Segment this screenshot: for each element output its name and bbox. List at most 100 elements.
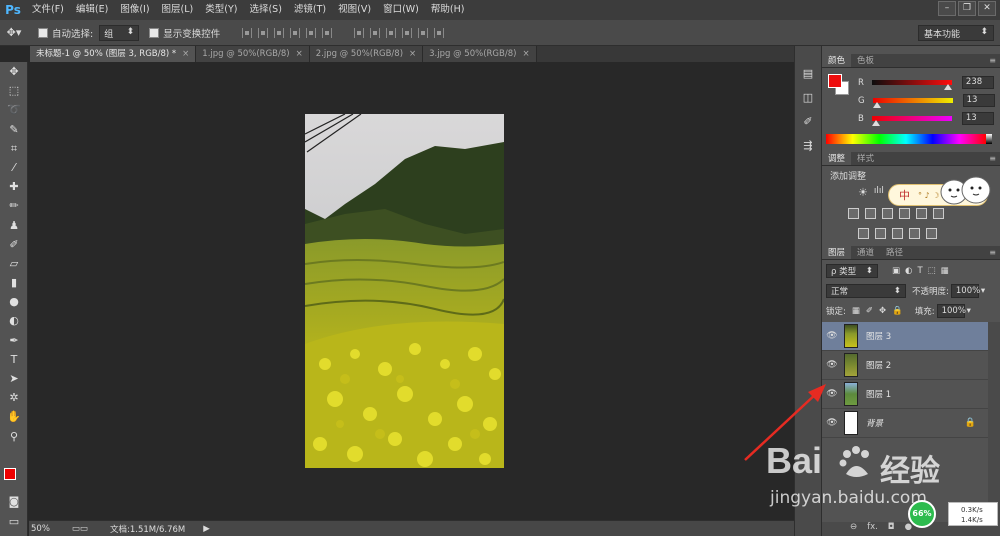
tab-3-jpg[interactable]: 3.jpg @ 50%(RGB/8) × [423, 46, 537, 62]
history-brush-icon[interactable]: ✐ [0, 235, 28, 254]
show-transform-checkbox[interactable] [149, 27, 160, 38]
color-lookup-icon[interactable] [933, 208, 944, 219]
align-vcenter-icon[interactable] [258, 27, 269, 38]
maximize-button[interactable]: ❐ [958, 1, 976, 16]
menu-view[interactable]: 视图(V) [332, 0, 377, 20]
hue-saturation-icon[interactable] [848, 208, 859, 219]
tab-paths[interactable]: 路径 [880, 246, 909, 259]
panel-menu-icon[interactable]: ≡ [989, 248, 996, 257]
tab-channels[interactable]: 通道 [851, 246, 880, 259]
black-white-icon[interactable] [882, 208, 893, 219]
memory-usage-badge[interactable]: 66% [908, 500, 936, 528]
quick-mask-icon[interactable]: ◙ [0, 492, 28, 511]
fill-input[interactable]: 100% [936, 304, 966, 318]
menu-file[interactable]: 文件(F) [26, 0, 70, 20]
red-slider-knob[interactable] [943, 84, 952, 90]
tab-2-jpg[interactable]: 2.jpg @ 50%(RGB/8) × [309, 46, 424, 62]
screen-mode-icon[interactable]: ▭ [0, 512, 28, 531]
photo-filter-icon[interactable] [899, 208, 910, 219]
brush-panel-icon[interactable]: ✐ [795, 112, 821, 132]
layer-name[interactable]: 图层 3 [866, 330, 891, 342]
blue-slider[interactable] [871, 116, 952, 126]
quick-select-tool-icon[interactable]: ✎ [0, 120, 28, 139]
distribute-vcenter-icon[interactable] [370, 27, 381, 38]
opacity-input[interactable]: 100% [950, 284, 980, 298]
layer-style-icon[interactable]: fx. [867, 522, 878, 536]
visibility-eye-icon[interactable]: 👁 [822, 389, 842, 399]
foreground-color-swatch[interactable] [4, 468, 16, 480]
green-slider-knob[interactable] [872, 102, 881, 108]
layer-filter-dropdown[interactable]: ρ 类型 ⬍ [826, 264, 878, 278]
stamp-tool-icon[interactable]: ♟ [0, 216, 28, 235]
chevron-down-icon[interactable]: ▾ [981, 286, 985, 296]
layer-name[interactable]: 图层 1 [866, 388, 891, 400]
close-icon[interactable]: × [522, 49, 529, 59]
align-bottom-icon[interactable] [274, 27, 285, 38]
panel-menu-icon[interactable]: ≡ [989, 56, 996, 65]
invert-icon[interactable] [858, 228, 869, 239]
threshold-icon[interactable] [892, 228, 903, 239]
menu-filter[interactable]: 滤镜(T) [288, 0, 332, 20]
properties-panel-icon[interactable]: ◫ [795, 88, 821, 108]
ime-chinese-mode[interactable]: 中 [899, 187, 910, 203]
pen-tool-icon[interactable]: ✒ [0, 331, 28, 350]
eyedropper-tool-icon[interactable]: ⁄ [0, 158, 28, 177]
blue-slider-knob[interactable] [871, 120, 880, 126]
menu-image[interactable]: 图像(I) [114, 0, 155, 20]
green-slider[interactable] [872, 98, 953, 108]
type-tool-icon[interactable]: T [0, 350, 28, 369]
close-icon[interactable]: × [296, 49, 303, 59]
add-mask-icon[interactable]: ◘ [888, 522, 895, 536]
menu-window[interactable]: 窗口(W) [377, 0, 425, 20]
menu-select[interactable]: 选择(S) [243, 0, 287, 20]
path-select-icon[interactable]: ➤ [0, 369, 28, 388]
visibility-eye-icon[interactable]: 👁 [822, 331, 842, 341]
layer-row-1[interactable]: 👁 图层 1 [822, 380, 988, 409]
close-icon[interactable]: × [409, 49, 416, 59]
shape-tool-icon[interactable]: ✲ [0, 388, 28, 407]
layer-row-3[interactable]: 👁 图层 3 [822, 322, 988, 351]
gradient-tool-icon[interactable]: ▮ [0, 273, 28, 292]
net-speed-widget[interactable]: 0.3K/s 1.4K/s 66% [908, 498, 998, 528]
layer-row-2[interactable]: 👁 图层 2 [822, 351, 988, 380]
tab-layers[interactable]: 图层 [822, 246, 852, 259]
menu-edit[interactable]: 编辑(E) [70, 0, 114, 20]
posterize-icon[interactable] [875, 228, 886, 239]
marquee-tool-icon[interactable]: ⬚ [0, 81, 28, 100]
tab-adjustments[interactable]: 调整 [822, 152, 852, 165]
blur-tool-icon[interactable]: ● [0, 292, 28, 311]
lasso-tool-icon[interactable]: ➰ [0, 100, 28, 119]
hand-tool-icon[interactable]: ✋ [0, 407, 28, 426]
red-slider[interactable] [871, 80, 952, 90]
blend-mode-dropdown[interactable]: 正常 ⬍ [826, 284, 906, 298]
distribute-right-icon[interactable] [434, 27, 445, 38]
tool-preset-icon[interactable]: ⇶ [795, 136, 821, 156]
dodge-tool-icon[interactable]: ◐ [0, 311, 28, 330]
auto-select-dropdown[interactable]: 组 ⬍ [99, 24, 140, 41]
green-value-input[interactable]: 13 [962, 94, 995, 107]
layer-name[interactable]: 背景 [866, 417, 883, 429]
brush-tool-icon[interactable]: ✏ [0, 196, 28, 215]
layer-name[interactable]: 图层 2 [866, 359, 891, 371]
brightness-icon[interactable]: ☀ [858, 186, 868, 199]
foreground-color-chip[interactable] [828, 74, 842, 88]
tab-styles[interactable]: 样式 [851, 152, 880, 165]
selective-color-icon[interactable] [926, 228, 937, 239]
align-top-icon[interactable] [242, 27, 253, 38]
layer-row-background[interactable]: 👁 背景 🔒 [822, 409, 988, 438]
crop-tool-icon[interactable]: ⌗ [0, 139, 28, 158]
chevron-down-icon[interactable]: ▾ [967, 306, 971, 316]
app-logo[interactable]: Ps [0, 0, 26, 20]
zoom-level[interactable]: 50% [31, 524, 50, 534]
menu-help[interactable]: 帮助(H) [425, 0, 471, 20]
eraser-tool-icon[interactable]: ▱ [0, 254, 28, 273]
document-image[interactable] [305, 114, 504, 468]
channel-mixer-icon[interactable] [916, 208, 927, 219]
tab-untitled-1[interactable]: 未标题-1 @ 50% (图层 3, RGB/8) * × [30, 46, 197, 62]
distribute-left-icon[interactable] [402, 27, 413, 38]
tab-1-jpg[interactable]: 1.jpg @ 50%(RGB/8) × [196, 46, 310, 62]
link-layers-icon[interactable]: ⊖ [850, 522, 857, 536]
history-panel-icon[interactable]: ▤ [795, 64, 821, 84]
zoom-tool-icon[interactable]: ⚲ [0, 427, 28, 446]
distribute-top-icon[interactable] [354, 27, 365, 38]
